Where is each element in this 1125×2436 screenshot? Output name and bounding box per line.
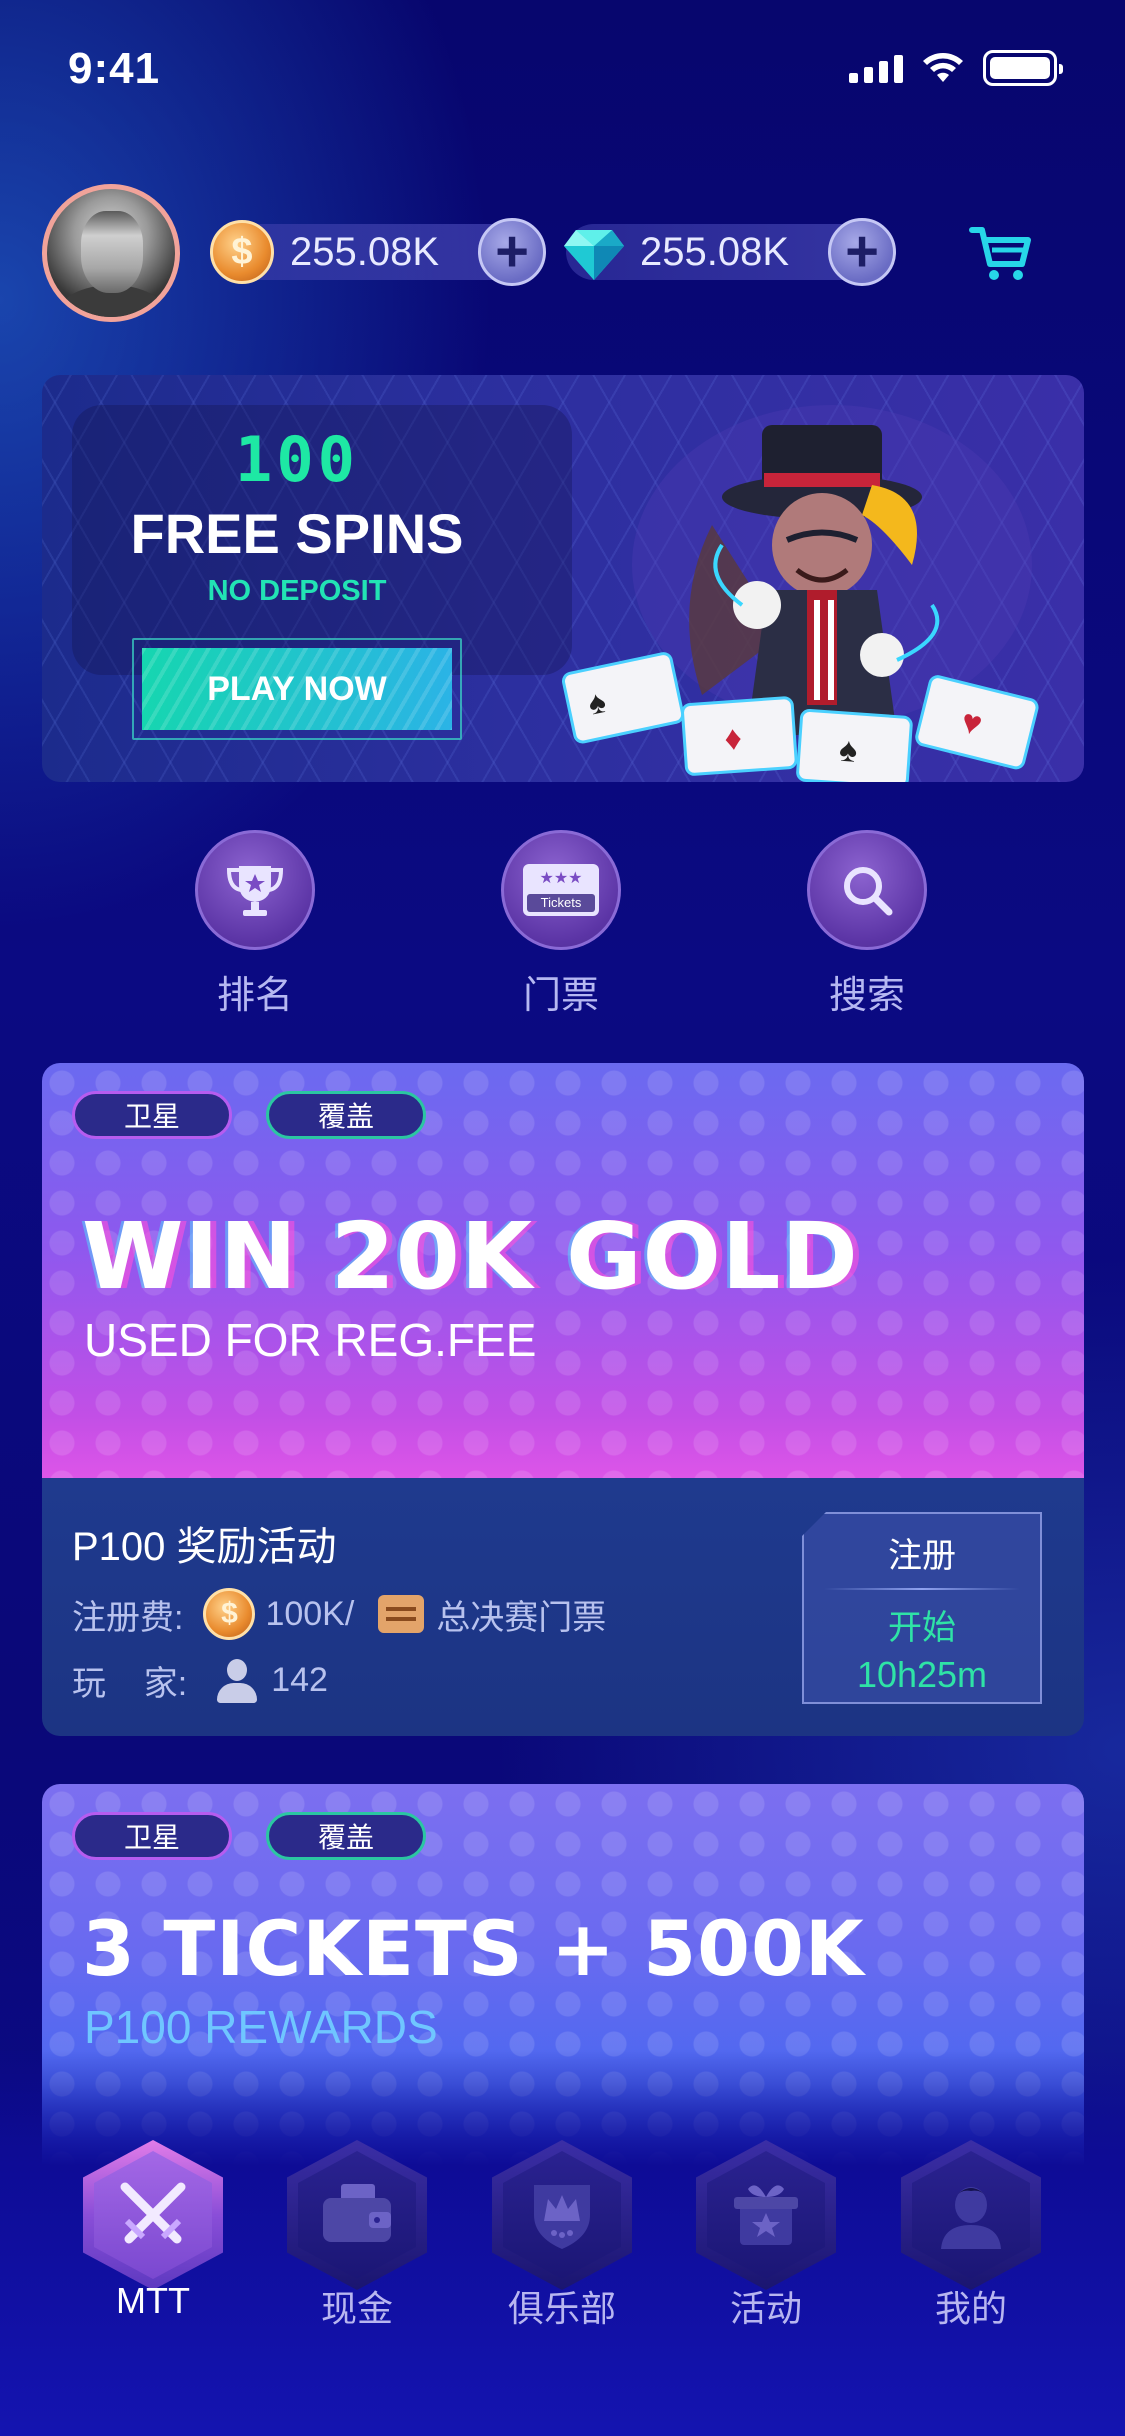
crossed-swords-icon: [94, 2151, 212, 2279]
diamond-icon: [564, 230, 624, 280]
fee-amount: 100K/: [265, 1594, 355, 1633]
player-icon: [215, 1658, 259, 1703]
trophy-icon: [195, 830, 315, 950]
shopping-cart-icon[interactable]: [968, 220, 1034, 286]
add-gems-button[interactable]: +: [828, 218, 896, 286]
banner-title: FREE SPINS: [130, 502, 464, 565]
avatar[interactable]: [42, 184, 180, 322]
search-icon: [807, 830, 927, 950]
nav-label: MTT: [116, 2280, 190, 2321]
tag-satellite: 卫星: [72, 1812, 232, 1860]
quick-menu-label: 搜索: [828, 975, 905, 1017]
play-now-button[interactable]: PLAY NOW: [142, 648, 452, 730]
register-label: 注册: [888, 1537, 956, 1575]
event-fee-row: 注册费: $ 100K/ 总决赛门票: [72, 1588, 606, 1640]
event-players-row: 玩 家: 142: [72, 1656, 328, 1705]
event-card-hero: 卫星 覆盖 WIN 20K GOLD USED FOR REG.FEE: [42, 1063, 1084, 1478]
event-name: P100 奖励活动: [72, 1525, 337, 1569]
nav-mtt[interactable]: MTT: [78, 2140, 228, 2321]
bottom-nav: MTT 现金 俱乐部 活动 我的: [0, 2140, 1125, 2340]
ticket-icon: [378, 1595, 425, 1633]
promo-banner[interactable]: 100 FREE SPINS NO DEPOSIT PLAY NOW ♠ ♦ ♠…: [42, 375, 1084, 782]
cellular-signal-icon: [849, 53, 903, 83]
start-label: 开始: [888, 1609, 956, 1647]
status-icons: [849, 50, 1063, 86]
svg-text:♠: ♠: [838, 731, 859, 770]
nav-label: 活动: [729, 2288, 802, 2329]
gem-amount: 255.08K: [640, 229, 790, 274]
coin-balance: $ 255.08K +: [210, 218, 546, 286]
wifi-icon: [923, 53, 963, 82]
svg-text:♦: ♦: [723, 719, 743, 758]
nav-club[interactable]: 俱乐部: [487, 2140, 637, 2329]
wallet-icon: [298, 2151, 416, 2279]
status-time: 9:41: [68, 44, 161, 93]
event-card[interactable]: 卫星 覆盖 WIN 20K GOLD USED FOR REG.FEE P100…: [42, 1063, 1084, 1736]
coin-amount: 255.08K: [290, 229, 440, 274]
countdown: 10h25m: [856, 1654, 988, 1695]
nav-label: 现金: [320, 2288, 393, 2329]
players-label: 玩 家:: [72, 1665, 188, 1703]
nav-label: 俱乐部: [507, 2288, 616, 2329]
event-subline: USED FOR REG.FEE: [84, 1314, 537, 1366]
fee-label: 注册费:: [72, 1598, 184, 1637]
tag-overlay: 覆盖: [266, 1812, 426, 1860]
profile-icon: [912, 2151, 1030, 2279]
nav-label: 我的: [934, 2288, 1007, 2329]
quick-menu-label: 门票: [522, 975, 599, 1017]
add-coins-button[interactable]: +: [478, 218, 546, 286]
quick-menu-search[interactable]: 搜索: [787, 830, 947, 1019]
event-headline: WIN 20K GOLD: [82, 1203, 859, 1310]
nav-activity[interactable]: 活动: [691, 2140, 841, 2329]
nav-cash[interactable]: 现金: [282, 2140, 432, 2329]
register-button[interactable]: 注册 开始 10h25m: [802, 1512, 1042, 1704]
quick-menu-ranking[interactable]: 排名: [175, 830, 335, 1019]
fee-ticket: 总决赛门票: [436, 1598, 607, 1637]
magician-character-illustration: ♠ ♦ ♠ ♥: [561, 405, 1039, 782]
status-bar: 9:41: [0, 0, 1125, 140]
tag-satellite: 卫星: [72, 1091, 232, 1139]
banner-subtitle: NO DEPOSIT: [207, 575, 387, 607]
coin-icon: $: [210, 220, 274, 284]
crown-shield-icon: [503, 2151, 621, 2279]
quick-menu-tickets[interactable]: ★★★ Tickets 门票: [481, 830, 641, 1019]
gem-balance: 255.08K +: [564, 218, 896, 286]
coin-icon: $: [203, 1588, 256, 1640]
nav-profile[interactable]: 我的: [896, 2140, 1046, 2329]
quick-menu-label: 排名: [216, 975, 293, 1017]
event-headline: 3 TICKETS + 500K: [82, 1904, 865, 1993]
banner-count: 100: [235, 423, 359, 496]
gift-box-icon: [707, 2151, 825, 2279]
battery-icon: [983, 50, 1063, 86]
players-count: 142: [271, 1661, 328, 1699]
event-subline: P100 REWARDS: [84, 2001, 438, 2053]
event-card-details: P100 奖励活动 注册费: $ 100K/ 总决赛门票 玩 家: 142 注册…: [42, 1478, 1084, 1736]
tag-overlay: 覆盖: [266, 1091, 426, 1139]
tickets-icon: ★★★ Tickets: [501, 830, 621, 950]
